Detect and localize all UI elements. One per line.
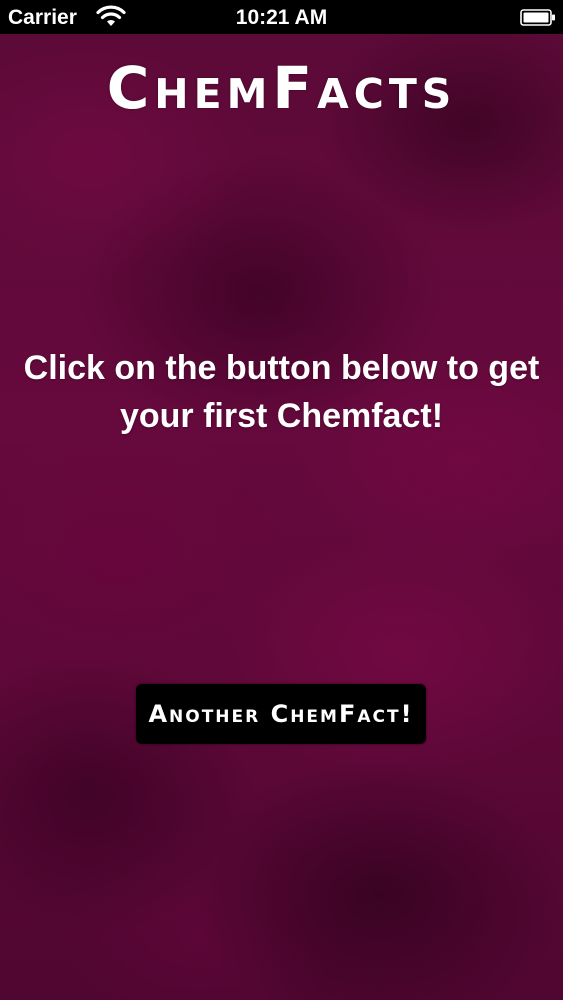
another-chemfact-button[interactable]: Another ChemFact! [136,684,426,744]
status-time: 10:21 AM [235,6,328,29]
status-bar: Carrier 10:21 AM [0,0,563,34]
app-screen: Carrier 10:21 AM ChemFacts Click on the … [0,0,563,1000]
app-title: ChemFacts [106,54,457,122]
battery-icon [520,9,555,26]
prompt-text: Click on the button below to get your fi… [23,349,540,435]
app-background [0,34,563,1000]
